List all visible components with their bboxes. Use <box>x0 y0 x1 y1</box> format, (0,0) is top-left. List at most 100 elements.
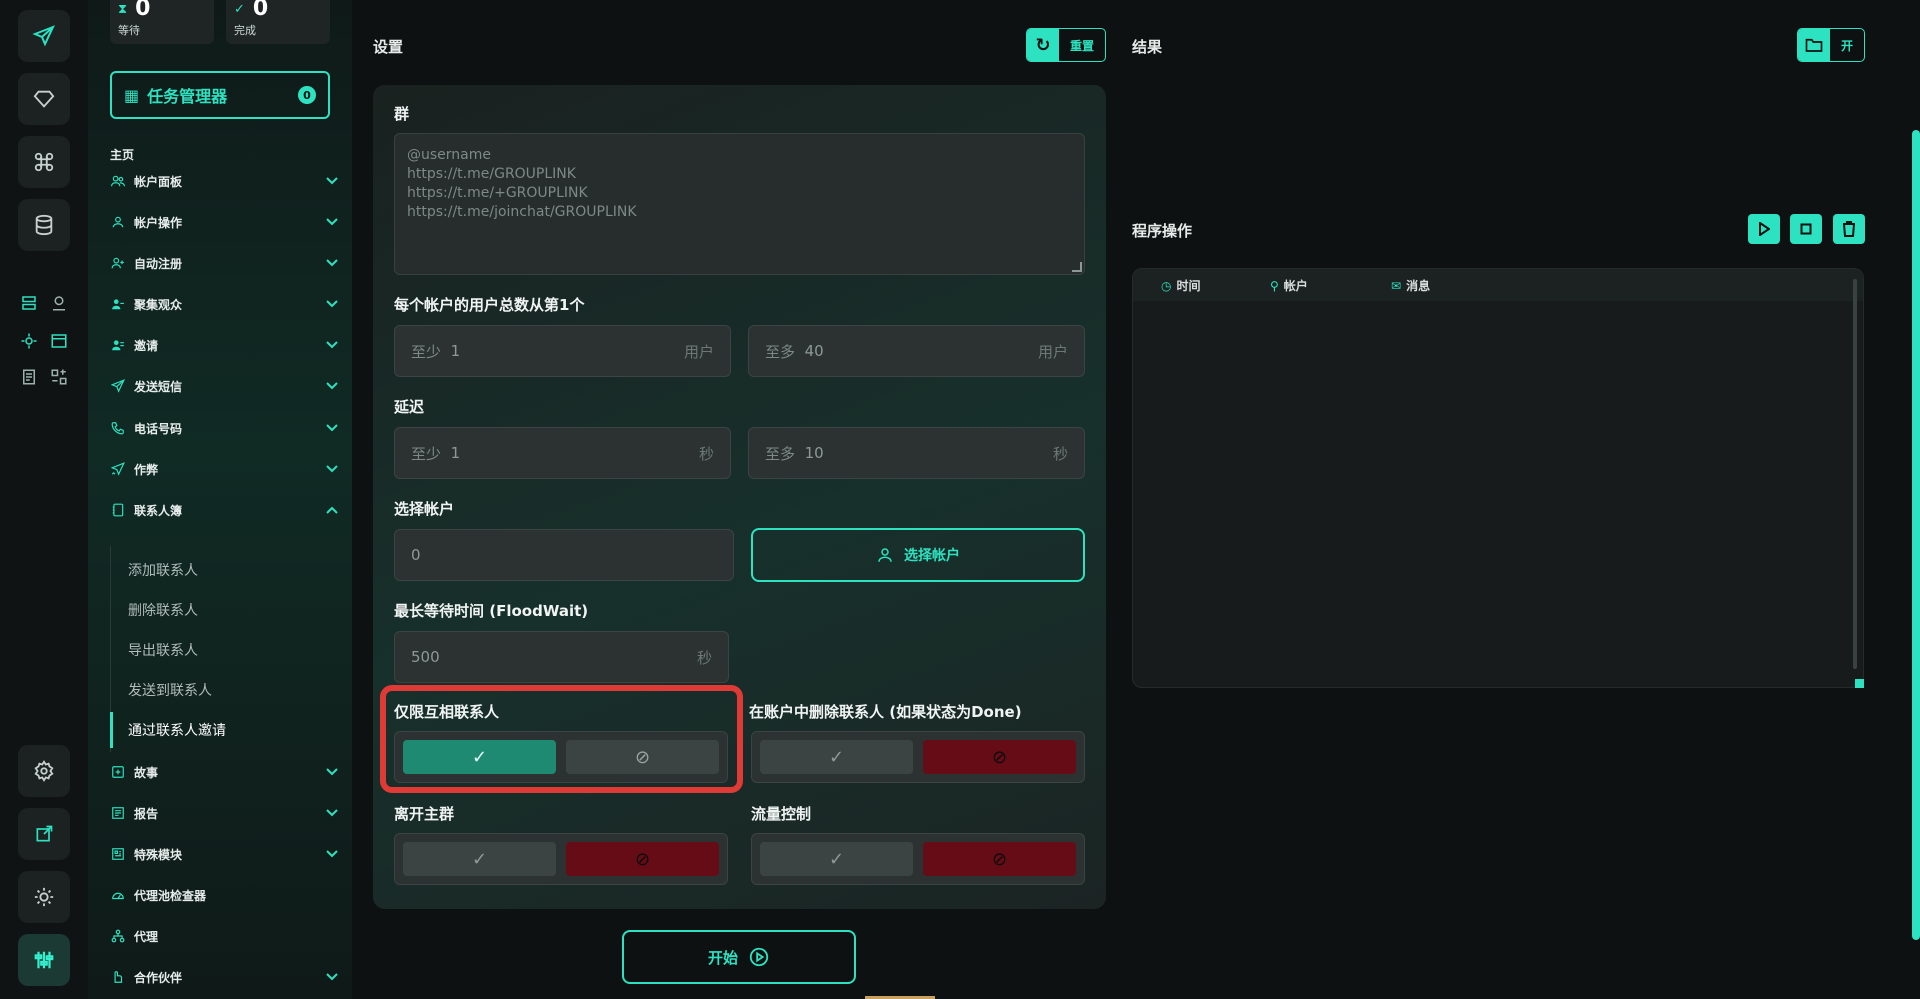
grid-icon[interactable] <box>46 364 72 390</box>
ban-icon: ⊘ <box>991 848 1008 870</box>
gear-small-icon[interactable] <box>16 328 42 354</box>
sidebar-item-label: 自动注册 <box>134 256 183 271</box>
results-title: 结果 <box>1132 38 1163 56</box>
sidebar-item-label: 特殊模块 <box>134 847 183 862</box>
chevron-down-icon[interactable] <box>326 462 338 476</box>
pending-stat-card: ⧗ 0 等待 <box>110 0 214 44</box>
traffic-control-no[interactable]: ⊘ <box>923 842 1076 876</box>
sidebar-item-0[interactable]: 帐户面板 <box>110 169 338 193</box>
clear-button[interactable] <box>1833 214 1865 244</box>
sidebar-item-10[interactable]: 报告 <box>110 801 338 825</box>
traffic-control-yes[interactable]: ✓ <box>760 842 913 876</box>
done-stat-card: ✓ 0 完成 <box>226 0 330 44</box>
external-link-icon[interactable] <box>18 808 70 860</box>
user-icon <box>878 548 892 562</box>
users-min-input[interactable]: 至少 1 用户 <box>394 325 731 377</box>
database-icon[interactable] <box>18 199 70 251</box>
sidebar-item-label: 合作伙伴 <box>134 970 183 985</box>
settings-icon[interactable] <box>18 745 70 797</box>
submenu-item-2[interactable]: 导出联系人 <box>128 640 198 660</box>
task-manager-button[interactable]: ▦ 任务管理器 0 <box>110 71 330 119</box>
sidebar-item-3[interactable]: 聚集观众 <box>110 292 338 316</box>
submenu-item-4[interactable]: 通过联系人邀请 <box>128 720 226 740</box>
log-scrollbar[interactable] <box>1853 279 1857 669</box>
pending-count: 0 <box>135 0 151 21</box>
program-ops-title: 程序操作 <box>1132 222 1193 240</box>
sidebar-item-11[interactable]: 特殊模块 <box>110 842 338 866</box>
sidebar-item-label: 聚集观众 <box>134 297 183 312</box>
submenu-item-0[interactable]: 添加联系人 <box>128 560 198 580</box>
storage-icon[interactable] <box>16 290 42 316</box>
sliders-icon[interactable] <box>18 934 70 986</box>
sidebar-item-6[interactable]: 电话号码 <box>110 416 338 440</box>
play-button[interactable] <box>1748 214 1780 244</box>
modules-icon <box>110 846 126 862</box>
submenu-item-1[interactable]: 删除联系人 <box>128 600 198 620</box>
sidebar-item-7[interactable]: 作弊 <box>110 457 338 481</box>
delay-min-unit: 秒 <box>698 444 714 463</box>
sidebar-item-5[interactable]: 发送短信 <box>110 374 338 398</box>
select-account-button[interactable]: 选择帐户 <box>751 528 1085 582</box>
sidebar-item-8[interactable]: 联系人簿 <box>110 498 338 522</box>
sidebar-item-9[interactable]: 故事 <box>110 760 338 784</box>
delay-max-input[interactable]: 至多 10 秒 <box>748 427 1085 479</box>
chevron-down-icon[interactable] <box>326 256 338 270</box>
brightness-icon[interactable] <box>18 871 70 923</box>
icon-rail <box>0 0 88 999</box>
page-scrollbar[interactable] <box>1912 130 1920 940</box>
delay-label: 延迟 <box>394 398 425 416</box>
home-label[interactable]: 主页 <box>110 146 134 163</box>
group-input[interactable]: @username https://t.me/GROUPLINK https:/… <box>394 133 1085 275</box>
leave-group-yes[interactable]: ✓ <box>403 842 556 876</box>
sidebar-item-4[interactable]: 邀请 <box>110 333 338 357</box>
resize-handle[interactable] <box>1072 262 1082 272</box>
chevron-down-icon[interactable] <box>326 847 338 861</box>
diamond-icon[interactable] <box>18 73 70 125</box>
command-icon[interactable] <box>18 136 70 188</box>
start-button[interactable]: 开始 <box>622 930 856 984</box>
chevron-down-icon[interactable] <box>326 338 338 352</box>
document-icon[interactable] <box>16 364 42 390</box>
floodwait-input[interactable]: 500 秒 <box>394 631 729 683</box>
log-col-account: ⚲ 帐户 <box>1270 277 1308 294</box>
chevron-down-icon[interactable] <box>326 215 338 229</box>
sidebar-item-14[interactable]: 合作伙伴 <box>110 965 338 989</box>
delete-contacts-yes[interactable]: ✓ <box>760 740 913 774</box>
chevron-up-icon[interactable] <box>326 503 338 517</box>
ban-icon: ⊘ <box>991 746 1008 768</box>
report-icon <box>110 805 126 821</box>
sidebar-item-1[interactable]: 帐户操作 <box>110 210 338 234</box>
log-col-time-label: 时间 <box>1176 279 1201 293</box>
log-panel: ◷ 时间 ⚲ 帐户 ✉ 消息 <box>1132 268 1864 688</box>
log-resize-handle[interactable] <box>1855 679 1864 688</box>
sidebar-item-label: 作弊 <box>134 462 159 477</box>
profile-icon[interactable] <box>46 290 72 316</box>
delete-contacts-no[interactable]: ⊘ <box>923 740 1076 774</box>
log-col-message: ✉ 消息 <box>1391 277 1430 294</box>
chevron-down-icon[interactable] <box>326 297 338 311</box>
delay-min-input[interactable]: 至少 1 秒 <box>394 427 731 479</box>
chevron-down-icon[interactable] <box>326 421 338 435</box>
send-nav-icon[interactable] <box>18 10 70 62</box>
sidebar-item-12[interactable]: 代理池检查器 <box>110 883 338 907</box>
chevron-down-icon[interactable] <box>326 806 338 820</box>
sidebar-item-2[interactable]: 自动注册 <box>110 251 338 275</box>
chevron-down-icon[interactable] <box>326 765 338 779</box>
window-icon[interactable] <box>46 328 72 354</box>
task-manager-label: 任务管理器 <box>147 87 228 106</box>
gauge-icon <box>110 887 126 903</box>
submenu-item-3[interactable]: 发送到联系人 <box>128 680 212 700</box>
leave-group-no[interactable]: ⊘ <box>566 842 719 876</box>
clock-icon: ◷ <box>1161 278 1172 293</box>
users-max-input[interactable]: 至多 40 用户 <box>748 325 1085 377</box>
chevron-down-icon[interactable] <box>326 379 338 393</box>
reset-button[interactable]: ↻ 重置 <box>1026 28 1106 62</box>
play-icon <box>1759 222 1770 236</box>
stop-button[interactable] <box>1790 214 1822 244</box>
open-folder-button[interactable]: 开 <box>1797 28 1865 62</box>
chevron-down-icon[interactable] <box>326 970 338 984</box>
users-max-unit: 用户 <box>1037 342 1068 361</box>
chevron-down-icon[interactable] <box>326 174 338 188</box>
sidebar-item-13[interactable]: 代理 <box>110 924 338 948</box>
selected-accounts-input[interactable]: 0 <box>394 529 734 581</box>
